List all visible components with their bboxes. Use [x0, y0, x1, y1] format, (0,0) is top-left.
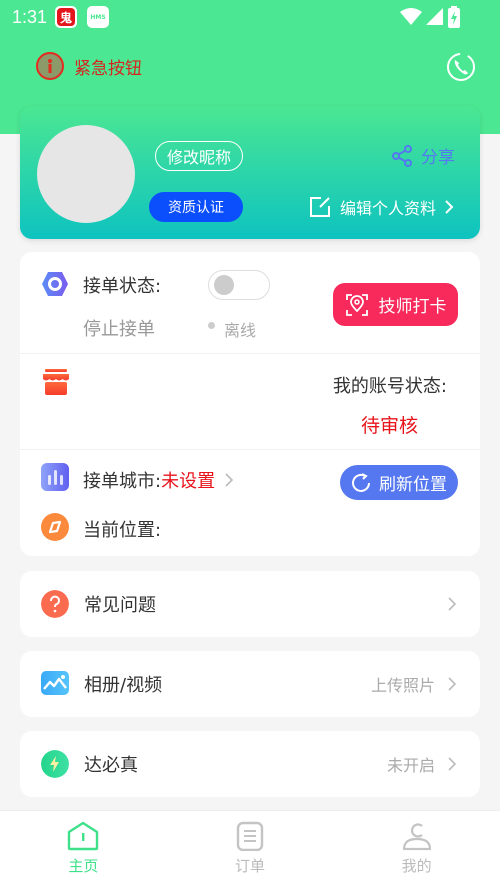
signal-icon — [426, 8, 443, 25]
certification-button[interactable]: 资质认证 — [149, 192, 243, 222]
share-label: 分享 — [421, 148, 455, 168]
photo-album-icon — [41, 671, 69, 695]
account-status-value: 待审核 — [361, 415, 419, 437]
city-label: 接单城市: — [83, 471, 162, 492]
store-icon — [43, 369, 69, 395]
user-icon — [402, 823, 431, 851]
edit-icon — [309, 197, 330, 217]
menu-hint: 未开启 — [386, 756, 435, 775]
order-state-text: 停止接单 — [83, 319, 155, 340]
menu-label: 常见问题 — [84, 595, 156, 616]
tab-label: 订单 — [235, 857, 266, 875]
order-status-label: 接单状态: — [83, 276, 162, 297]
status-card: 接单状态: 停止接单 离线 技师打卡 我的账号状态: 待审核 接单城市: 未设置 — [20, 252, 480, 556]
refresh-icon — [352, 472, 370, 492]
refresh-location-label: 刷新位置 — [379, 475, 447, 495]
order-status-icon — [42, 272, 68, 296]
status-time: 1:31 — [12, 6, 48, 27]
punch-in-label: 技师打卡 — [378, 297, 447, 317]
phone-icon[interactable] — [446, 52, 476, 82]
emergency-button[interactable]: 紧急按钮 — [36, 52, 142, 80]
order-list-icon — [236, 821, 264, 851]
avatar[interactable] — [37, 125, 135, 223]
tab-label: 主页 — [68, 857, 99, 875]
chevron-right-icon — [225, 473, 234, 487]
offline-dot — [208, 322, 215, 329]
account-status-label: 我的账号状态: — [332, 376, 447, 397]
divider — [20, 353, 480, 354]
order-status-toggle[interactable] — [208, 270, 270, 300]
toggle-knob — [214, 275, 234, 295]
online-state-text: 离线 — [224, 321, 257, 340]
menu-label: 相册/视频 — [84, 675, 163, 696]
chevron-right-icon — [448, 597, 457, 611]
menu-item-album[interactable]: 相册/视频 上传照片 — [20, 651, 480, 717]
menu-item-dabizhen[interactable]: 达必真 未开启 — [20, 731, 480, 797]
chevron-right-icon — [448, 677, 457, 691]
menu-hint: 上传照片 — [370, 676, 435, 695]
lightning-icon — [41, 750, 69, 778]
battery-icon — [448, 6, 460, 28]
divider — [20, 449, 480, 450]
app-red-icon: 鬼 — [55, 6, 78, 28]
refresh-location-button[interactable]: 刷新位置 — [340, 465, 458, 500]
compass-icon — [41, 513, 69, 541]
tab-label: 我的 — [401, 857, 432, 875]
tab-home[interactable]: 主页 — [0, 811, 167, 888]
share-button[interactable]: 分享 — [391, 143, 455, 168]
home-icon — [68, 821, 99, 851]
bottom-tab-bar: 主页 订单 我的 — [0, 810, 500, 888]
edit-profile-link[interactable]: 编辑个人资料 — [308, 195, 454, 219]
punch-in-button[interactable]: 技师打卡 — [333, 283, 458, 326]
emergency-label: 紧急按钮 — [74, 58, 142, 79]
status-bar: 1:31 鬼 HMS — [0, 0, 500, 34]
city-value: 未设置 — [161, 471, 216, 492]
city-chart-icon — [41, 463, 69, 491]
system-indicators — [400, 6, 460, 28]
menu-label: 达必真 — [84, 755, 138, 776]
current-location-label: 当前位置: — [83, 520, 162, 541]
tab-orders[interactable]: 订单 — [167, 811, 334, 888]
menu-item-faq[interactable]: 常见问题 — [20, 571, 480, 637]
chevron-right-icon — [448, 757, 457, 771]
wifi-icon — [400, 8, 422, 25]
edit-nickname-button[interactable]: 修改昵称 — [155, 141, 244, 171]
edit-profile-label: 编辑个人资料 — [339, 199, 436, 218]
city-selector[interactable]: 接单城市: 未设置 — [83, 467, 234, 493]
profile-card: 修改昵称 资质认证 分享 编辑个人资料 — [20, 106, 480, 239]
tab-mine[interactable]: 我的 — [333, 811, 500, 888]
hms-icon: HMS — [87, 6, 110, 28]
question-icon — [41, 590, 69, 618]
share-icon — [392, 144, 412, 167]
chevron-right-icon — [445, 200, 454, 214]
location-scan-icon — [345, 293, 368, 316]
info-alert-icon — [36, 52, 64, 80]
